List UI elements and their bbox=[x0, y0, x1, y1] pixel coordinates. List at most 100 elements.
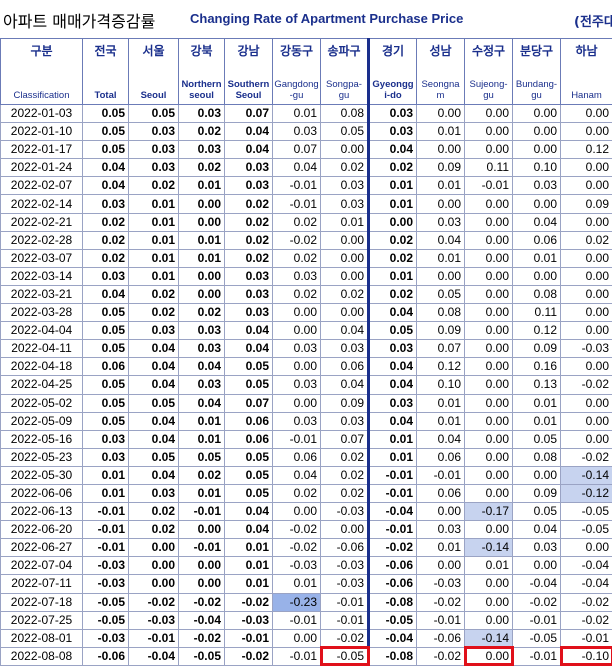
row-date: 2022-08-01 bbox=[0, 628, 83, 648]
cell-value: 0.00 bbox=[464, 483, 513, 504]
table-row: 2022-07-18 -0.05 -0.02 -0.02 -0.02 -0.23 -0.01… bbox=[0, 592, 612, 612]
cell-value: -0.01 bbox=[416, 610, 465, 630]
cell-value: 0.00 bbox=[178, 556, 225, 576]
cell-value: 0.00 bbox=[464, 122, 513, 142]
cell-value: 0.05 bbox=[224, 465, 273, 485]
cell-value: 0.00 bbox=[560, 393, 612, 413]
column-header-korean: 분당구 bbox=[519, 44, 554, 58]
table-row: 2022-04-18 0.06 0.04 0.04 0.05 0.00 0.06 0.04 0.… bbox=[0, 357, 612, 377]
table-row: 2022-01-10 0.05 0.03 0.02 0.04 0.03 0.05 0.03 0.… bbox=[0, 122, 612, 142]
cell-value: 0.03 bbox=[178, 321, 225, 341]
cell-value: 0.03 bbox=[128, 321, 179, 341]
cell-value: 0.00 bbox=[512, 556, 561, 576]
cell-value: 0.03 bbox=[272, 375, 321, 395]
cell-value: 0.02 bbox=[272, 284, 321, 305]
cell-value: 0.00 bbox=[464, 303, 513, 323]
cell-value: -0.02 bbox=[367, 538, 417, 558]
row-date: 2022-01-10 bbox=[0, 122, 83, 142]
cell-value: -0.06 bbox=[416, 628, 465, 648]
row-date: 2022-06-27 bbox=[0, 538, 83, 558]
cell-value: -0.02 bbox=[272, 538, 321, 558]
cell-value: 0.03 bbox=[367, 393, 417, 413]
table-row: 2022-01-24 0.04 0.03 0.02 0.03 0.04 0.02 0.02 0.… bbox=[0, 158, 612, 178]
row-date: 2022-01-17 bbox=[0, 140, 83, 160]
column-header-1: 전국 Total bbox=[82, 38, 129, 105]
cell-value: 0.00 bbox=[178, 574, 225, 594]
cell-value: 0.03 bbox=[416, 520, 465, 540]
cell-value: 0.00 bbox=[512, 266, 561, 286]
cell-value: 0.00 bbox=[464, 610, 513, 630]
cell-value: 0.04 bbox=[416, 230, 465, 250]
row-date: 2022-07-04 bbox=[0, 556, 83, 576]
cell-value: 0.00 bbox=[464, 103, 513, 124]
cell-value: 0.00 bbox=[512, 140, 561, 160]
column-header-english: Hanam bbox=[571, 90, 602, 101]
cell-value: 0.03 bbox=[178, 375, 225, 395]
table-row: 2022-02-07 0.04 0.02 0.01 0.03 -0.01 0.03 0.01 0… bbox=[0, 176, 612, 196]
cell-value: 0.07 bbox=[224, 393, 273, 413]
row-date: 2022-01-24 bbox=[0, 158, 83, 178]
cell-value: -0.04 bbox=[560, 556, 612, 576]
column-header-english: Bundang- gu bbox=[515, 79, 558, 101]
cell-value: -0.04 bbox=[367, 628, 417, 648]
cell-value: 0.03 bbox=[82, 266, 129, 286]
cell-value: 0.01 bbox=[367, 176, 417, 196]
cell-value: 0.08 bbox=[320, 103, 369, 124]
cell-value: 0.01 bbox=[416, 248, 465, 268]
cell-value: 0.00 bbox=[464, 266, 513, 286]
cell-value: 0.00 bbox=[560, 411, 612, 431]
column-header-korean: 송파구 bbox=[327, 44, 361, 58]
cell-value: 0.05 bbox=[82, 393, 129, 413]
cell-value: 0.06 bbox=[416, 483, 465, 504]
cell-value: 0.05 bbox=[82, 140, 129, 160]
cell-value: -0.03 bbox=[272, 556, 321, 576]
cell-value: 0.05 bbox=[82, 375, 129, 395]
cell-value: 0.00 bbox=[560, 158, 612, 178]
cell-value: -0.03 bbox=[320, 502, 369, 522]
column-header-korean: 강동구 bbox=[279, 44, 314, 58]
cell-value: 0.02 bbox=[320, 158, 369, 178]
cell-value: 0.04 bbox=[272, 465, 321, 485]
column-header-korean: 서울 bbox=[142, 44, 165, 58]
cell-value: 0.12 bbox=[512, 321, 561, 341]
cell-value: 0.01 bbox=[224, 538, 273, 558]
cell-value: 0.09 bbox=[416, 158, 465, 178]
cell-value: 0.00 bbox=[178, 520, 225, 540]
cell-value: 0.00 bbox=[464, 194, 513, 214]
cell-value: 0.01 bbox=[512, 248, 561, 268]
cell-value: 0.00 bbox=[320, 303, 369, 323]
cell-value: -0.06 bbox=[82, 646, 129, 666]
cell-value: 0.06 bbox=[272, 447, 321, 467]
cell-value: 0.02 bbox=[367, 158, 417, 178]
cell-value: 0.05 bbox=[224, 375, 273, 395]
cell-value: -0.06 bbox=[367, 574, 417, 594]
cell-value: 0.03 bbox=[272, 122, 321, 142]
table-row: 2022-07-11 -0.03 0.00 0.00 0.01 0.01 -0.03 -0.0… bbox=[0, 574, 612, 594]
cell-value: -0.02 bbox=[560, 610, 612, 630]
cell-value: -0.05 bbox=[560, 502, 612, 522]
column-header-10: 분당구 Bundang- gu bbox=[512, 38, 561, 105]
cell-value: -0.01 bbox=[272, 176, 321, 196]
cell-value: -0.05 bbox=[82, 610, 129, 630]
cell-value: 0.03 bbox=[128, 483, 179, 504]
cell-value: 0.00 bbox=[320, 140, 369, 160]
cell-value: 0.07 bbox=[416, 339, 465, 359]
cell-value: -0.04 bbox=[367, 502, 417, 522]
cell-value: -0.01 bbox=[560, 628, 612, 648]
table-row: 2022-06-20 -0.01 0.02 0.00 0.04 -0.02 0.00 -0.0… bbox=[0, 520, 612, 540]
cell-value: 0.00 bbox=[464, 393, 513, 413]
table-row: 2022-01-03 0.05 0.05 0.03 0.07 0.01 0.08 0.03 0.… bbox=[0, 103, 612, 124]
cell-value: 0.03 bbox=[367, 122, 417, 142]
cell-value: 0.00 bbox=[416, 502, 465, 522]
cell-value: 0.03 bbox=[320, 194, 369, 214]
cell-value: 0.00 bbox=[320, 520, 369, 540]
row-date: 2022-03-14 bbox=[0, 266, 83, 286]
cell-value: 0.05 bbox=[416, 284, 465, 305]
cell-value: -0.08 bbox=[367, 646, 417, 666]
cell-value: 0.01 bbox=[416, 538, 465, 558]
column-header-korean: 수정구 bbox=[471, 44, 506, 58]
cell-value: 0.01 bbox=[82, 483, 129, 504]
cell-value: -0.01 bbox=[82, 538, 129, 558]
cell-value: -0.01 bbox=[416, 465, 465, 485]
cell-value: 0.03 bbox=[178, 339, 225, 359]
